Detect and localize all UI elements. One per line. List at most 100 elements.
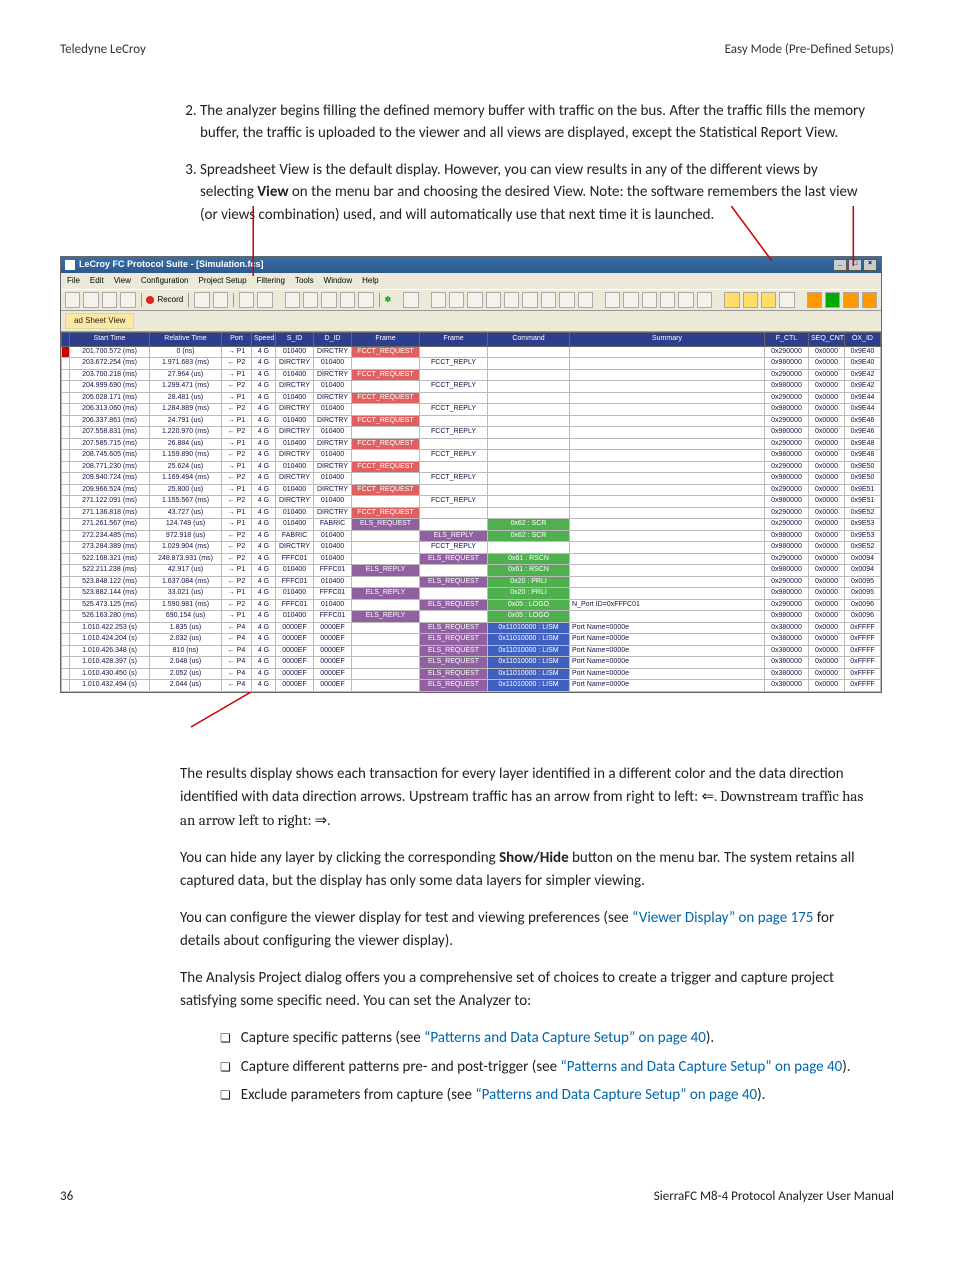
patterns-link-2[interactable]: “Patterns and Data Capture Setup” on pag… [560,1058,842,1076]
maximize-button[interactable]: □ [848,259,862,271]
toolbar-yellow3-icon[interactable] [761,292,776,308]
table-row[interactable]: 523.848.122 (ms)1.637.084 (ms)← P24 GFFF… [62,576,881,588]
table-row[interactable]: 206.313.060 (ms)1.284.889 (ms)← P24 GDIR… [62,404,881,416]
table-row[interactable]: 271.261.567 (ms)124.749 (us)→ P14 G01040… [62,519,881,531]
toolbar-funnel1-icon[interactable] [303,292,318,308]
table-row[interactable]: 208.745.605 (ms)1.159.890 (ms)← P24 GDIR… [62,450,881,462]
toolbar-x-icon[interactable] [340,292,355,308]
table-row[interactable]: 525.473.125 (ms)1.590.981 (ms)← P24 GFFF… [62,599,881,611]
viewer-display-link[interactable]: “Viewer Display” on page 175 [632,909,813,927]
toolbar-new-icon[interactable] [65,292,80,308]
spreadsheet-tab[interactable]: ad Sheet View [65,313,134,329]
toolbar-find-icon[interactable] [285,292,300,308]
toolbar-zoom2-icon[interactable] [642,292,657,308]
table-row[interactable]: 522.168.321 (ms)248.873.931 (ms)← P24 GF… [62,553,881,565]
toolbar-square-icon[interactable] [605,292,620,308]
toolbar-copy-icon[interactable] [678,292,693,308]
table-row[interactable]: 207.585.715 (ms)26.884 (us)→ P14 G010400… [62,438,881,450]
toolbar-histogram-icon[interactable] [504,292,519,308]
table-row[interactable]: 271.122.091 (ms)1.155.567 (ms)← P24 GDIR… [62,496,881,508]
toolbar-chart-icon[interactable] [522,292,537,308]
toolbar-gear-icon[interactable] [697,292,712,308]
menu-project-setup[interactable]: Project Setup [198,275,246,287]
toolbar-orange1-icon[interactable] [807,292,822,308]
toolbar-yellow1-icon[interactable] [724,292,739,308]
table-row[interactable]: 271.136.818 (ms)43.727 (us)→ P14 G010400… [62,507,881,519]
col-header[interactable]: Relative Time [150,333,222,347]
toolbar-cross-icon[interactable] [660,292,675,308]
col-header[interactable]: Summary [570,333,765,347]
toolbar-orange3-icon[interactable] [843,292,858,308]
table-row[interactable]: 205.028.171 (ms)28.481 (us)→ P14 G010400… [62,392,881,404]
toolbar-tree-icon[interactable] [578,292,593,308]
toolbar-goto-icon[interactable] [358,292,373,308]
close-button[interactable]: × [863,259,877,271]
toolbar-column-view-icon[interactable] [486,292,501,308]
col-header[interactable]: Frame [352,333,420,347]
table-row[interactable]: 273.284.389 (ms)1.029.904 (ms)← P24 GDIR… [62,542,881,554]
patterns-link-1[interactable]: “Patterns and Data Capture Setup” on pag… [424,1029,706,1047]
table-row[interactable]: 523.882.144 (ms)33.021 (us)→ P14 G010400… [62,588,881,600]
table-row[interactable]: 204.999.690 (ms)1.299.471 (ms)← P24 GDIR… [62,381,881,393]
results-grid[interactable]: Start TimeRelative TimePortSpeedS_IDD_ID… [61,332,881,692]
toolbar-pause-icon[interactable] [194,292,209,308]
table-row[interactable]: 1.010.432.494 (s)2.044 (us)← P44 G0000EF… [62,680,881,692]
table-row[interactable]: 1.010.430.450 (s)2.052 (us)← P44 G0000EF… [62,668,881,680]
menu-filtering[interactable]: Filtering [257,275,285,287]
toolbar-open-icon[interactable] [83,292,98,308]
toolbar-stop-icon[interactable] [213,292,228,308]
table-row[interactable]: 1.010.424.204 (s)2.032 (us)← P44 G0000EF… [62,634,881,646]
minimize-button[interactable]: _ [833,259,847,271]
menu-tools[interactable]: Tools [295,275,314,287]
menu-view[interactable]: View [114,275,131,287]
col-header[interactable]: S_ID [276,333,314,347]
col-header[interactable]: OX_ID [845,333,881,347]
menu-configuration[interactable]: Configuration [141,275,189,287]
table-row[interactable]: 1.010.422.253 (s)1.835 (us)← P44 G0000EF… [62,622,881,634]
table-row[interactable]: 526.163.280 (ms)690.154 (us)→ P14 G01040… [62,611,881,623]
record-button[interactable]: Record [146,294,183,306]
toolbar-circle-icon[interactable] [779,292,794,308]
col-header[interactable]: SEQ_CNT [809,333,845,347]
toolbar-save-icon[interactable] [102,292,117,308]
menu-window[interactable]: Window [324,275,352,287]
toolbar-frame-view-icon[interactable] [449,292,464,308]
table-row[interactable]: 206.337.861 (ms)24.791 (us)→ P14 G010400… [62,415,881,427]
menu-help[interactable]: Help [362,275,378,287]
menu-edit[interactable]: Edit [90,275,104,287]
col-header[interactable]: F_CTL [765,333,809,347]
col-header[interactable]: D_ID [314,333,352,347]
table-row[interactable]: 272.234.485 (ms)972.918 (us)← P24 GFABRI… [62,530,881,542]
table-row[interactable]: 207.558.831 (ms)1.220.970 (ms)← P24 GDIR… [62,427,881,439]
table-row[interactable]: 209.966.524 (ms)25.800 (us)→ P14 G010400… [62,484,881,496]
table-row[interactable]: 209.940.724 (ms)1.169.494 (ms)← P24 GDIR… [62,473,881,485]
col-header[interactable]: Speed [252,333,276,347]
table-row[interactable]: 203.700.218 (ms)27.964 (us)→ P14 G010400… [62,369,881,381]
toolbar-text-view-icon[interactable] [467,292,482,308]
table-row[interactable]: 203.672.254 (ms)1.971.683 (ms)← P24 GDIR… [62,358,881,370]
menu-file[interactable]: File [67,275,80,287]
toolbar-clock-icon[interactable] [257,292,272,308]
table-row[interactable]: 208.771.230 (ms)25.624 (us)→ P14 G010400… [62,461,881,473]
toolbar-orange2-icon[interactable] [825,292,840,308]
toolbar-spreadsheet-view-icon[interactable] [431,292,446,308]
col-header[interactable]: Start Time [70,333,150,347]
col-header[interactable]: Command [488,333,570,347]
toolbar-mode-icon[interactable] [403,292,418,308]
toolbar-data-view-icon[interactable] [541,292,556,308]
col-header[interactable] [62,333,70,347]
col-header[interactable]: Port [222,333,252,347]
toolbar-filter-down-icon[interactable] [239,292,254,308]
table-row[interactable]: 522.211.238 (ms)42.917 (us)→ P14 G010400… [62,565,881,577]
toolbar-layers-icon[interactable] [559,292,574,308]
col-header[interactable]: Frame [420,333,488,347]
toolbar-yellow2-icon[interactable] [743,292,758,308]
patterns-link-3[interactable]: “Patterns and Data Capture Setup” on pag… [475,1086,757,1104]
table-row[interactable]: 201.700.572 (ms)0 (ns)→ P14 G010400DIRCT… [62,346,881,358]
toolbar-funnel2-icon[interactable] [321,292,336,308]
toolbar-zoom-icon[interactable] [623,292,638,308]
toolbar-orange4-icon[interactable] [862,292,877,308]
table-row[interactable]: 1.010.426.348 (s)810 (ns)← P44 G0000EF00… [62,645,881,657]
table-row[interactable]: 1.010.428.397 (s)2.048 (us)← P44 G0000EF… [62,657,881,669]
toolbar-print-icon[interactable] [120,292,135,308]
